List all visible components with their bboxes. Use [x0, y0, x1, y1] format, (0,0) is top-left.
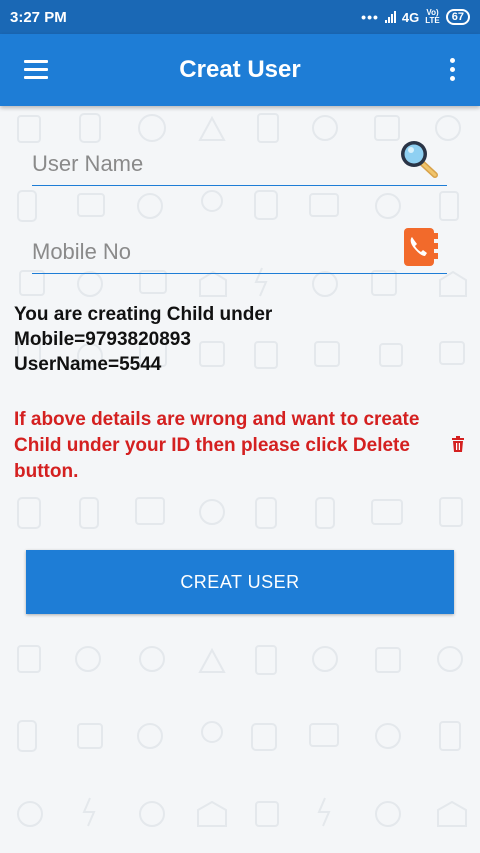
info-line-mobile: Mobile=9793820893	[14, 329, 191, 350]
volte-icon: Vo) LTE	[425, 9, 440, 25]
status-time: 3:27 PM	[10, 8, 67, 26]
battery-level: 67	[451, 11, 464, 23]
trash-icon[interactable]	[451, 436, 465, 457]
create-user-button[interactable]: CREAT USER	[26, 550, 454, 614]
app-bar: Creat User	[0, 34, 480, 106]
mobile-field-wrapper	[32, 228, 447, 274]
info-line-username: UserName=5544	[14, 354, 162, 375]
network-type: 4G	[401, 9, 420, 25]
username-field-wrapper	[32, 141, 447, 186]
warning-message: If above details are wrong and want to c…	[14, 409, 420, 482]
contact-book-icon[interactable]	[401, 225, 441, 274]
status-indicators: ••• 4G Vo) LTE 67	[361, 9, 470, 25]
page-title: Creat User	[179, 56, 301, 83]
search-icon[interactable]	[397, 137, 441, 186]
volte-bottom: LTE	[425, 16, 440, 25]
overflow-icon[interactable]	[448, 58, 456, 84]
info-line-creating: You are creating Child under	[14, 304, 273, 325]
battery-icon: 67	[445, 9, 470, 25]
username-input[interactable]	[32, 145, 392, 183]
mobile-input[interactable]	[32, 233, 392, 271]
parent-info: You are creating Child under Mobile=9793…	[14, 302, 454, 377]
status-bar: 3:27 PM ••• 4G Vo) LTE 67	[0, 0, 480, 34]
signal-icon	[384, 11, 396, 23]
notification-dots: •••	[361, 9, 379, 25]
